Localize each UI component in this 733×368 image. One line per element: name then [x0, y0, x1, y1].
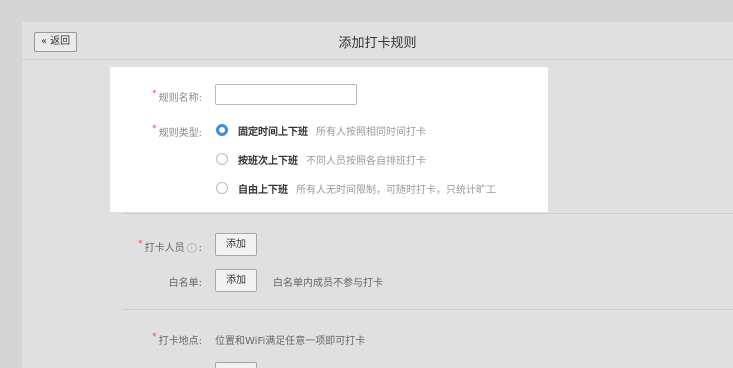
radio-selected-icon[interactable] — [216, 124, 228, 136]
rule-type-option-fixed[interactable]: 固定时间上下班 所有人按照相同时间打卡 — [216, 123, 426, 138]
option-desc: 所有人按照相同时间打卡 — [316, 126, 426, 138]
top-strip — [0, 0, 733, 22]
rule-type-option-shift[interactable]: 按班次上下班 不同人员按照各自排班打卡 — [216, 152, 426, 167]
location-label: * 打卡地点: — [152, 332, 202, 347]
members-label: * 打卡人员 i: — [138, 239, 202, 254]
location-hint: 位置和WiFi满足任意一项即可打卡 — [215, 336, 366, 347]
whitelist-hint: 白名单内成员不参与打卡 — [273, 278, 383, 289]
divider — [122, 213, 733, 214]
radio-icon[interactable] — [216, 153, 228, 165]
option-desc: 所有人无时间限制，可随时打卡，只统计旷工 — [296, 184, 496, 196]
add-whitelist-button[interactable]: 添加 — [215, 269, 257, 292]
divider — [122, 309, 733, 310]
option-title: 自由上下班 — [238, 184, 288, 196]
page-title: 添加打卡规则 — [338, 36, 417, 51]
info-icon[interactable]: i — [186, 243, 197, 253]
option-title: 按班次上下班 — [238, 155, 298, 167]
option-desc: 不同人员按照各自排班打卡 — [306, 155, 426, 167]
rule-name-label: * 规则名称: — [152, 89, 202, 104]
whitelist-label: 白名单: — [168, 278, 202, 289]
add-members-button[interactable]: 添加 — [215, 233, 257, 256]
rule-name-input[interactable] — [215, 84, 357, 105]
page-header: « 返回 添加打卡规则 — [22, 22, 733, 60]
radio-icon[interactable] — [216, 182, 228, 194]
rule-type-option-free[interactable]: 自由上下班 所有人无时间限制，可随时打卡，只统计旷工 — [216, 181, 496, 196]
add-location-button[interactable] — [215, 362, 257, 368]
option-title: 固定时间上下班 — [238, 126, 308, 138]
rule-type-label: * 规则类型: — [152, 124, 202, 139]
